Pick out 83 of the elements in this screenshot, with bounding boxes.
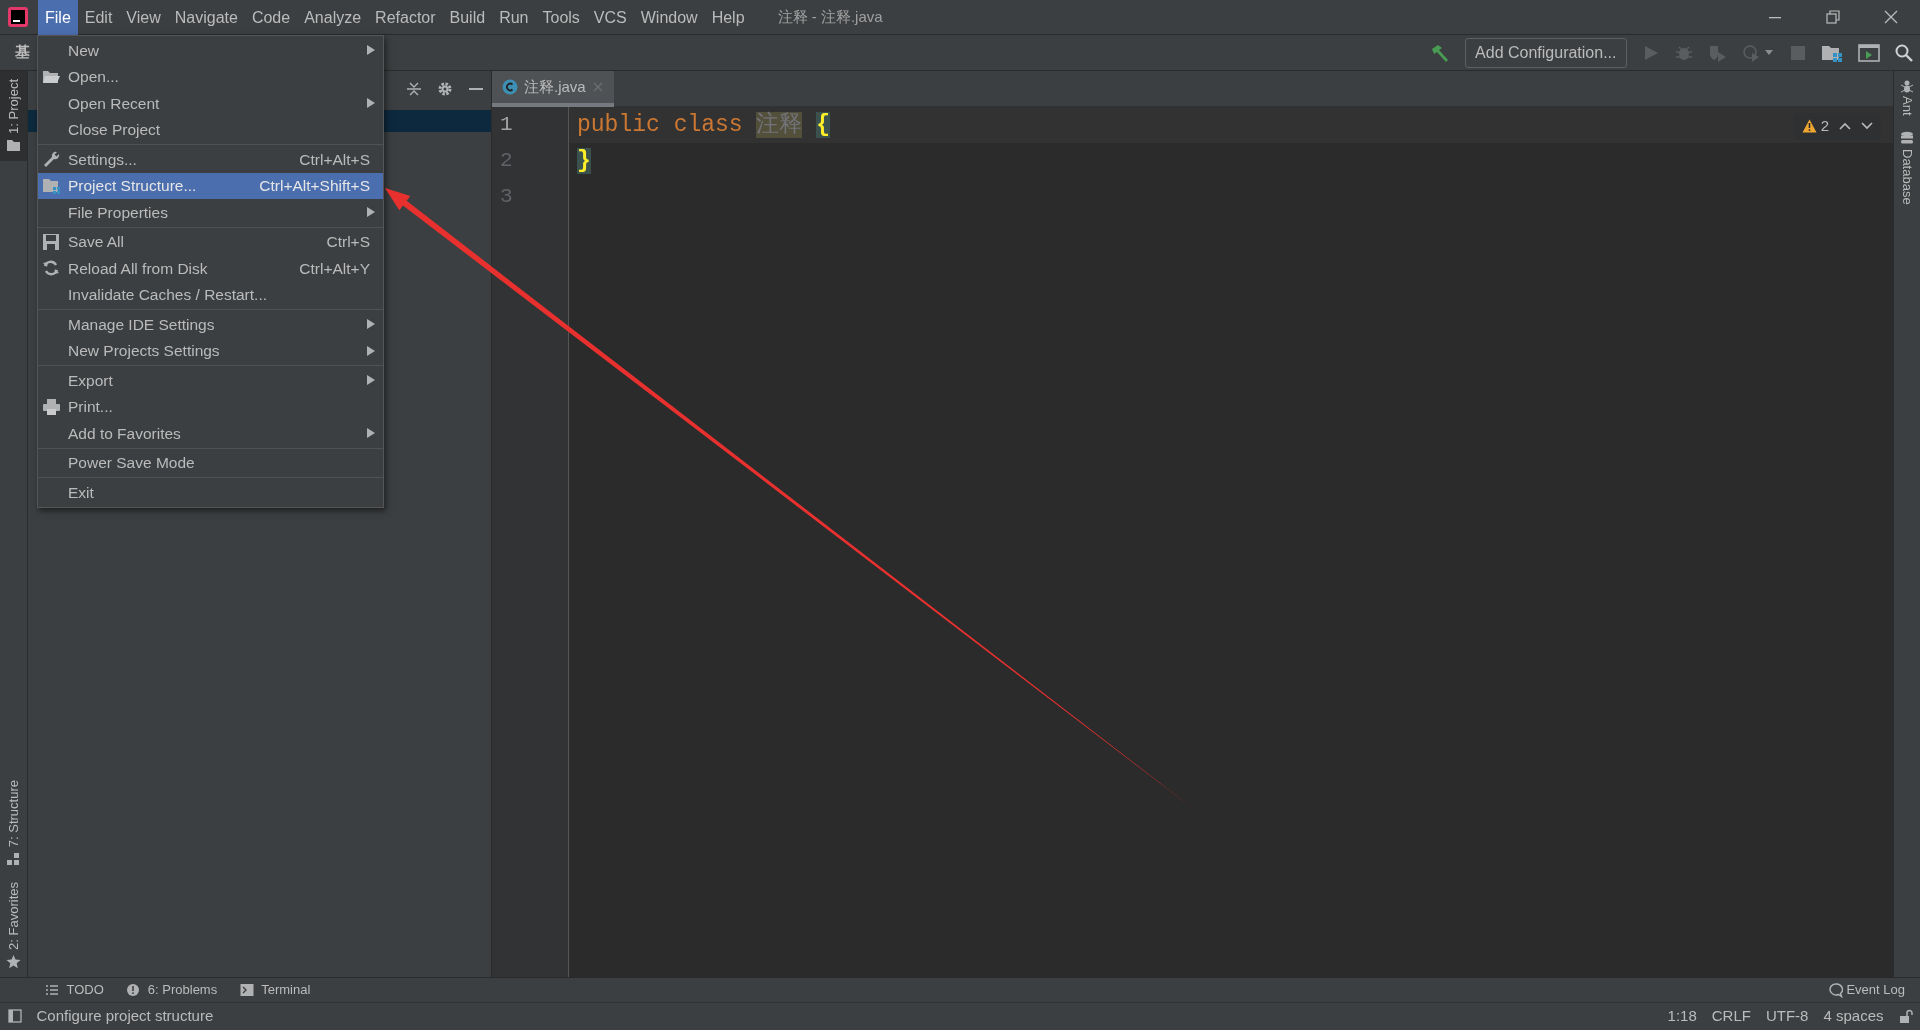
- menu-item[interactable]: Run: [492, 0, 536, 35]
- collapse-icon[interactable]: [405, 81, 422, 97]
- menu-item[interactable]: Manage IDE Settings: [38, 311, 383, 338]
- code-token: public: [577, 112, 660, 138]
- chevron-up-icon[interactable]: [1839, 121, 1851, 132]
- tool-window-tab[interactable]: TODO: [45, 980, 104, 1000]
- tool-window-tab[interactable]: Database: [1897, 148, 1917, 205]
- menu-item[interactable]: Code: [244, 0, 298, 35]
- window-run-icon[interactable]: [1857, 43, 1880, 62]
- menu-item[interactable]: Power Save Mode: [38, 449, 383, 476]
- warning-count[interactable]: 2: [1801, 115, 1829, 138]
- menu-item[interactable]: New: [38, 37, 383, 64]
- editor-tab[interactable]: 注释.java: [492, 71, 614, 107]
- code-token: 注释: [756, 112, 803, 138]
- printer-icon: [42, 397, 60, 416]
- status-item[interactable]: 4 spaces: [1823, 1004, 1884, 1028]
- menu-item[interactable]: Close Project: [38, 116, 383, 143]
- menu-item[interactable]: Navigate: [167, 0, 245, 35]
- status-item[interactable]: CRLF: [1711, 1004, 1751, 1028]
- menu-item[interactable]: Edit: [77, 0, 120, 35]
- chevron-down-icon[interactable]: [1861, 121, 1873, 132]
- menu-item[interactable]: Analyze: [297, 0, 369, 35]
- info-icon: [126, 983, 141, 997]
- menu-item[interactable]: Open Recent: [38, 90, 383, 117]
- menu-item[interactable]: Exit: [38, 479, 383, 506]
- status-item[interactable]: UTF-8: [1765, 1004, 1809, 1028]
- close-icon[interactable]: [1883, 9, 1899, 25]
- menu-item[interactable]: Invalidate Caches / Restart...: [38, 281, 383, 308]
- tool-window-tab[interactable]: 6: Problems: [126, 980, 218, 1000]
- database-icon[interactable]: [1900, 130, 1914, 145]
- breadcrumb-item[interactable]: 基: [15, 41, 30, 64]
- panel-toggle-icon[interactable]: [7, 1009, 22, 1023]
- wrench-icon: [42, 150, 60, 168]
- speech-bubble-icon: [1827, 982, 1843, 998]
- menu-item[interactable]: Tools: [535, 0, 587, 35]
- ant-icon[interactable]: [1900, 78, 1914, 93]
- window-title: 注释 - 注释.java: [777, 6, 883, 27]
- settings-icon[interactable]: [436, 81, 453, 97]
- menu-item[interactable]: File: [38, 0, 78, 35]
- status-message: Configure project structure: [36, 1005, 214, 1026]
- unlock-icon[interactable]: [1898, 1009, 1913, 1023]
- menu-item[interactable]: Add to Favorites: [38, 420, 383, 447]
- tool-window-tab[interactable]: 7: Structure: [3, 780, 24, 848]
- line-number: 1: [499, 112, 514, 138]
- list-icon: [45, 983, 59, 997]
- menu-item[interactable]: Save All Ctrl+S: [38, 228, 383, 255]
- tool-window-tab[interactable]: Ant: [1897, 96, 1917, 116]
- run-configuration-button[interactable]: Add Configuration...: [1465, 37, 1627, 68]
- menu-item[interactable]: Project Structure... Ctrl+Alt+Shift+S: [38, 172, 383, 199]
- status-item[interactable]: 1:18: [1667, 1004, 1697, 1028]
- clock-run-dropdown-icon[interactable]: [1742, 43, 1775, 62]
- folder-grid-icon[interactable]: [1820, 43, 1843, 62]
- menu-item[interactable]: Export: [38, 367, 383, 394]
- code-token: }: [577, 148, 591, 174]
- menu-item[interactable]: VCS: [586, 0, 634, 35]
- terminal-icon: [239, 983, 254, 997]
- menu-item[interactable]: Settings... Ctrl+Alt+S: [38, 146, 383, 173]
- code-token: class: [673, 112, 743, 138]
- code-token: {: [816, 112, 831, 138]
- menu-item[interactable]: Help: [704, 0, 752, 35]
- restore-icon[interactable]: [1825, 9, 1841, 25]
- search-icon[interactable]: [1894, 43, 1913, 62]
- star-icon[interactable]: [6, 954, 21, 969]
- menu-item[interactable]: Open...: [38, 63, 383, 90]
- tool-window-tab[interactable]: 2: Favorites: [3, 882, 24, 951]
- warning-icon: [1801, 119, 1817, 134]
- menu-item[interactable]: View: [119, 0, 168, 35]
- menu-item[interactable]: File Properties: [38, 199, 383, 226]
- tool-window-tab[interactable]: Terminal: [239, 980, 311, 1000]
- menu-item[interactable]: Print...: [38, 393, 383, 420]
- folder-grid-icon: [42, 176, 60, 195]
- menu-item[interactable]: Reload All from Disk Ctrl+Alt+Y: [38, 255, 383, 282]
- menu-item[interactable]: Build: [442, 0, 493, 35]
- structure-icon[interactable]: [6, 851, 21, 867]
- menu-item[interactable]: Window: [633, 0, 705, 35]
- refresh-icon: [42, 259, 60, 277]
- folder-icon[interactable]: [6, 137, 21, 153]
- menu-item[interactable]: New Projects Settings: [38, 337, 383, 364]
- hammer-icon[interactable]: [1430, 42, 1451, 63]
- class-icon: [502, 79, 518, 95]
- event-log-tab[interactable]: Event Log: [1827, 980, 1905, 1000]
- app-logo-icon: [8, 7, 28, 27]
- menu-item[interactable]: Refactor: [368, 0, 443, 35]
